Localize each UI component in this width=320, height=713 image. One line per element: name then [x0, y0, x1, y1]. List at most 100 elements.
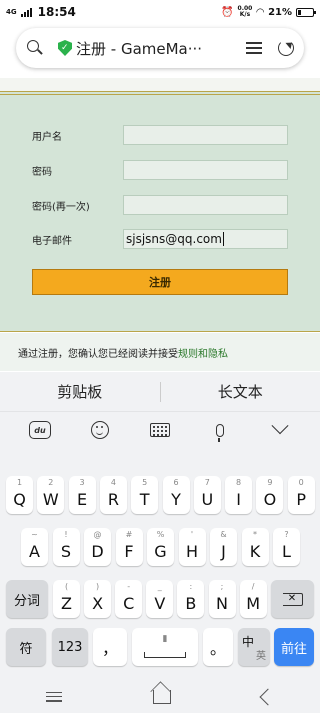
key-label: P: [296, 489, 307, 509]
key-j[interactable]: & J: [210, 528, 237, 566]
key-u[interactable]: 7U: [193, 476, 221, 514]
key-e[interactable]: 3E: [68, 476, 96, 514]
key-label: L: [282, 541, 291, 561]
clipboard-button[interactable]: 剪贴板: [0, 381, 160, 402]
key-hint: 3: [79, 478, 85, 487]
key-hint: 5: [142, 478, 148, 487]
key-comma[interactable]: ，: [93, 628, 127, 666]
key-hint: !: [64, 530, 68, 539]
key-hint: _: [157, 582, 162, 591]
network-speed-unit: K/s: [239, 11, 251, 18]
terms-text: 通过注册，您确认您已经阅读并接受: [18, 348, 178, 360]
key-space[interactable]: ▮: [132, 628, 198, 666]
key-label: R: [107, 489, 119, 509]
system-nav-bar: [0, 680, 320, 713]
chevron-down-icon: [271, 417, 289, 435]
key-backspace[interactable]: ✕: [271, 580, 314, 618]
battery-fill: [298, 9, 301, 15]
key-label: H: [185, 541, 199, 561]
password-confirm-label: 密码(再一次): [32, 201, 90, 213]
key-label: G: [154, 541, 167, 561]
hide-keyboard-button[interactable]: [269, 417, 291, 441]
password-input[interactable]: [123, 160, 288, 180]
home-icon[interactable]: [152, 689, 171, 704]
space-bar-icon: [144, 652, 186, 658]
key-hint: 7: [204, 478, 210, 487]
key-hint: @: [93, 530, 102, 539]
back-icon[interactable]: [259, 688, 277, 705]
key-k[interactable]: * K: [241, 528, 269, 566]
reload-icon[interactable]: [278, 40, 294, 56]
key-y[interactable]: 6Y: [162, 476, 190, 514]
key-period[interactable]: 。: [203, 628, 233, 666]
key-label: B: [185, 593, 197, 613]
key-a[interactable]: ~ A: [21, 528, 48, 566]
key-d[interactable]: @ D: [84, 528, 111, 566]
search-icon[interactable]: [26, 39, 44, 57]
page-title[interactable]: 注册 - GameMa···: [76, 38, 236, 59]
emoji-button[interactable]: [89, 419, 111, 441]
keyboard-logo-icon[interactable]: du: [29, 421, 51, 439]
key-hint: (: [64, 582, 69, 591]
security-shield-icon[interactable]: ✓: [58, 40, 72, 56]
emoji-icon: [91, 421, 109, 439]
email-row: 电子邮件 sjsjsns@qq.com: [32, 228, 290, 250]
signal-icon: [20, 7, 32, 17]
key-z[interactable]: (Z: [53, 580, 80, 618]
key-o[interactable]: 9O: [256, 476, 284, 514]
keyboard-keys: 符 123 ， ▮ 。 中 英 前往 分词 ✕ 1Q2W3E4R5T6Y7U8I…: [0, 448, 320, 680]
key-symbols[interactable]: 符: [6, 628, 46, 666]
keyboard-layout-button[interactable]: [149, 419, 171, 441]
key-hint: ;: [220, 582, 224, 591]
register-button[interactable]: 注册: [32, 269, 288, 295]
key-b[interactable]: :B: [177, 580, 205, 618]
key-numbers[interactable]: 123: [52, 628, 88, 666]
email-label: 电子邮件: [32, 235, 72, 247]
key-c[interactable]: -C: [115, 580, 143, 618]
key-language-switch[interactable]: 中 英: [238, 628, 270, 666]
username-input[interactable]: [123, 125, 288, 145]
key-label: E: [77, 489, 88, 509]
email-value: sjsjsns@qq.com: [126, 232, 222, 246]
key-label: Y: [171, 489, 181, 509]
wifi-icon: ◠: [256, 6, 265, 18]
key-s[interactable]: ! S: [52, 528, 80, 566]
password-confirm-input[interactable]: [123, 195, 288, 215]
key-p[interactable]: 0P: [287, 476, 315, 514]
key-n[interactable]: ; N: [208, 580, 236, 618]
key-hint: 1: [16, 478, 23, 487]
key-q[interactable]: 1Q: [6, 476, 33, 514]
terms-link[interactable]: 规则和隐私: [178, 345, 228, 360]
key-g[interactable]: % G: [147, 528, 174, 566]
password-row: 密码: [32, 159, 290, 181]
key-v[interactable]: _ V: [146, 580, 174, 618]
key-t[interactable]: 5T: [131, 476, 159, 514]
key-segment[interactable]: 分词: [6, 580, 48, 618]
email-input[interactable]: sjsjsns@qq.com: [123, 229, 288, 249]
key-f[interactable]: # F: [115, 528, 143, 566]
key-label: K: [249, 541, 261, 561]
key-label: X: [92, 593, 104, 613]
space-mic-icon: ▮: [162, 634, 168, 644]
key-l[interactable]: ? L: [273, 528, 300, 566]
key-hint: 2: [48, 478, 54, 487]
key-i[interactable]: 8I: [225, 476, 253, 514]
status-right: ⏰ 0.00 K/s ◠ 21%: [221, 6, 316, 18]
key-w[interactable]: 2W: [37, 476, 65, 514]
key-hint: 0: [298, 478, 304, 487]
menu-icon[interactable]: [246, 42, 262, 54]
recent-apps-icon[interactable]: [45, 691, 62, 702]
key-m[interactable]: / M: [239, 580, 267, 618]
backspace-icon: ✕: [282, 592, 303, 606]
key-go[interactable]: 前往: [274, 628, 314, 666]
url-bar[interactable]: ✓ 注册 - GameMa···: [16, 28, 304, 68]
network-speed: 0.00 K/s: [238, 6, 253, 18]
keyboard-suggestion-bar: 剪贴板 长文本: [0, 372, 320, 412]
voice-input-button[interactable]: [209, 419, 231, 442]
key-label: T: [139, 489, 150, 509]
key-r[interactable]: 4R: [99, 476, 127, 514]
key-x[interactable]: ) X: [84, 580, 112, 618]
long-text-button[interactable]: 长文本: [161, 381, 320, 402]
key-label: V: [154, 593, 166, 613]
key-h[interactable]: ' H: [178, 528, 206, 566]
